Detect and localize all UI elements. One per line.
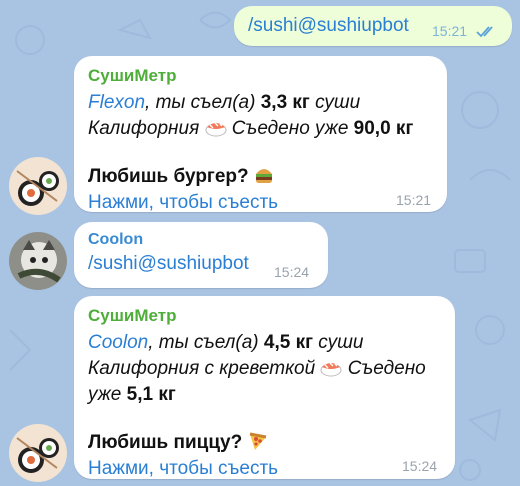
message-time: 15:21 [396,192,432,208]
sender-name: Coolon [88,231,144,248]
question-line: Любишь бургер? [88,164,433,190]
sender-name: СушиМетр [88,306,177,325]
sushi-bot-avatar[interactable] [9,157,67,215]
message-time: 15:21 [432,23,468,39]
sender-name: СушиМетр [88,66,177,85]
bot-message-bubble: СушиМетр Coolon, ты съел(а) 4,5 кг суши … [74,296,455,479]
bot-message-bubble: СушиМетр Flexon, ты съел(а) 3,3 кг суши … [74,56,447,213]
user-mention-link[interactable]: Flexon [88,92,145,113]
outgoing-message-bubble[interactable]: /sushi@sushiupbot 15:21 [234,6,512,46]
message-line-2: Калифорния Съедено уже 90,0 кг [88,118,414,139]
eat-action-link[interactable]: Нажми, чтобы съесть [88,456,441,482]
eat-action-link[interactable]: Нажми, чтобы съесть [88,190,433,216]
pizza-icon [249,432,266,450]
read-double-check-icon [476,26,493,38]
message-line-1: Coolon, ты съел(а) 4,5 кг суши [88,332,364,353]
sushi-icon [320,362,342,377]
message-time: 15:24 [274,264,310,280]
outgoing-command-text[interactable]: /sushi@sushiupbot [248,15,409,37]
user-mention-link[interactable]: Coolon [88,332,148,353]
sushi-bot-avatar[interactable] [9,424,67,482]
sushi-icon [205,122,227,137]
message-line-3: уже 5,1 кг [88,384,176,405]
message-time: 15:24 [402,458,438,474]
message-line-2: Калифорния с креветкой Съедено [88,358,426,379]
cat-avatar[interactable] [9,232,67,290]
burger-icon [255,169,272,183]
user-message-bubble: Coolon /sushi@sushiupbot 15:24 [74,222,328,288]
message-line-1: Flexon, ты съел(а) 3,3 кг суши [88,92,361,113]
question-line: Любишь пиццу? [88,430,441,456]
